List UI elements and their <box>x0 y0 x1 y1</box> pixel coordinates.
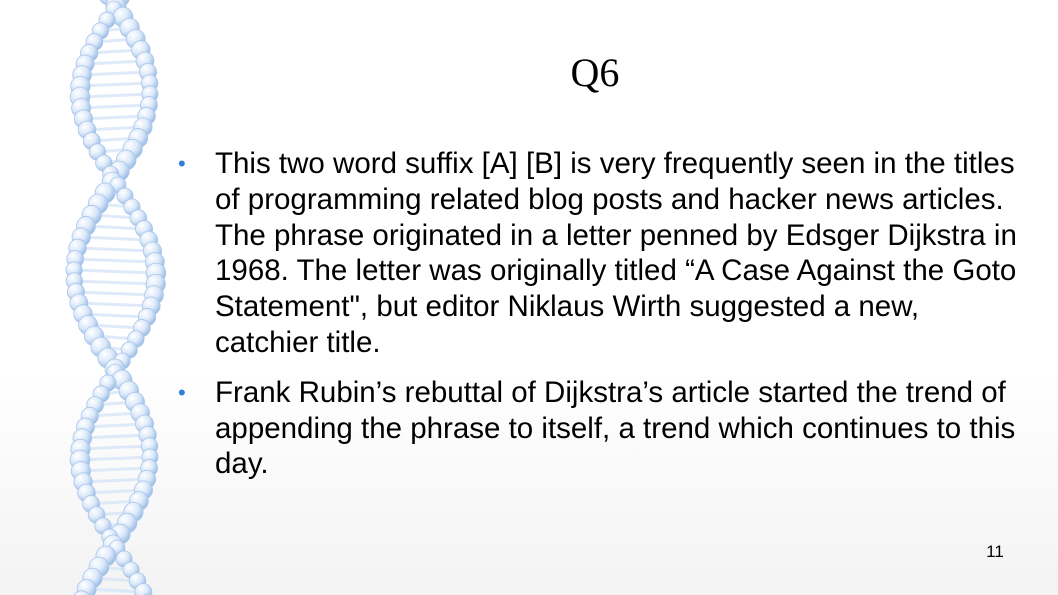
page-number: 11 <box>986 542 1004 561</box>
bullet-icon: • <box>178 379 186 405</box>
bullet-item-2: • Frank Rubin’s rebuttal of Dijkstra’s a… <box>178 375 1028 482</box>
slide: Q6 • This two word suffix [A] [B] is ver… <box>0 0 1058 595</box>
bullet-item-1: • This two word suffix [A] [B] is very f… <box>178 146 1028 361</box>
slide-title: Q6 <box>570 50 620 95</box>
bullet-text-1: This two word suffix [A] [B] is very fre… <box>215 147 1017 359</box>
bullet-icon: • <box>178 151 186 176</box>
bullet-list: • This two word suffix [A] [B] is very f… <box>178 146 1028 496</box>
dna-helix-icon <box>65 0 167 595</box>
bullet-text-2: Frank Rubin’s rebuttal of Dijkstra’s art… <box>215 375 1016 481</box>
